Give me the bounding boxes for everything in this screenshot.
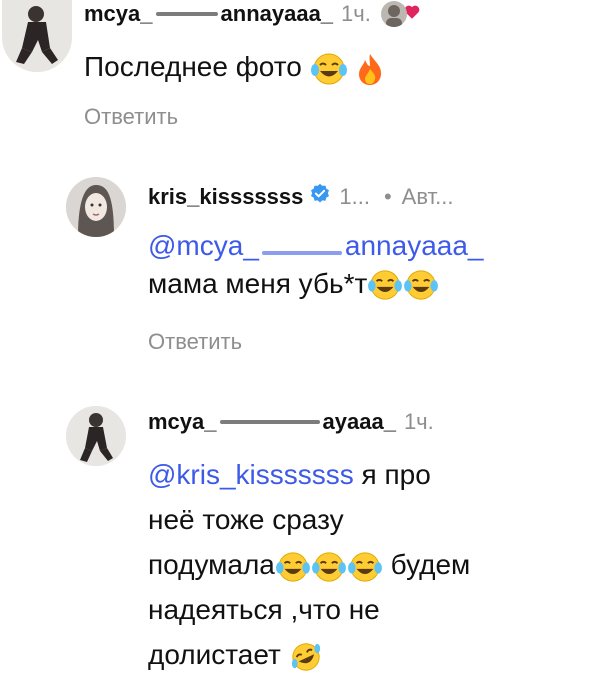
timestamp: 1ч.	[403, 409, 434, 434]
comment-text-body: долистает	[148, 639, 289, 670]
comment-text-body: подумала	[148, 549, 275, 580]
timestamp: 1...	[339, 184, 370, 209]
timestamp: 1ч.	[341, 1, 371, 26]
joy-emoji	[311, 551, 347, 583]
comment-3: mcya_ ayaaa_ 1ч. @kris_kisssssss я про н…	[0, 400, 598, 686]
comment-text-body: я про	[353, 459, 431, 490]
comment-2: kris_kisssssss 1... • Авт... @mcya_ annay…	[0, 175, 598, 365]
reply-button[interactable]: Ответить	[84, 104, 178, 130]
rofl-emoji	[289, 641, 323, 673]
comment-text-body: мама меня убь*т	[148, 267, 368, 299]
username[interactable]: mcya_	[84, 1, 153, 27]
comment-text: @mcya_ annayaaa_ мама меня убь*т	[148, 227, 483, 303]
comment-header: mcya_ annayaaa_ 1ч.	[84, 0, 421, 28]
comment-text-line: подумала будем	[148, 542, 470, 587]
joy-emoji	[310, 52, 348, 86]
mention-link[interactable]: @kris_kisssssss	[148, 459, 354, 490]
comment-1: mcya_ annayaaa_ 1ч. Последнее фото Ответ…	[0, 0, 598, 150]
username[interactable]: kris_kisssssss	[148, 184, 303, 210]
comment-header: mcya_ ayaaa_ 1ч.	[148, 408, 434, 436]
comment-text: Последнее фото	[84, 48, 385, 86]
comment-text-line: мама меня убь*т	[148, 265, 483, 303]
joy-emoji	[403, 269, 439, 301]
mention-link[interactable]: @mcya_	[148, 230, 259, 261]
fire-emoji	[355, 52, 385, 86]
reply-button[interactable]: Ответить	[148, 329, 242, 355]
mention-line: @mcya_ annayaaa_	[148, 227, 483, 265]
liker-avatar-icon	[380, 1, 407, 27]
comment-text-line: долистает	[148, 632, 470, 677]
avatar[interactable]	[66, 177, 126, 237]
comment-text: @kris_kisssssss я про неё тоже сразу под…	[148, 452, 470, 677]
verified-badge-icon	[309, 183, 331, 211]
username[interactable]: mcya_	[148, 409, 217, 435]
comment-text-line: неё тоже сразу	[148, 504, 344, 535]
joy-emoji	[347, 551, 383, 583]
joy-emoji	[367, 269, 403, 301]
comment-text-body: Последнее фото	[84, 51, 302, 82]
joy-emoji	[275, 551, 311, 583]
mention-link-suffix[interactable]: annayaaa_	[345, 230, 484, 261]
redaction-mark	[219, 420, 320, 424]
author-label: Авт...	[401, 184, 454, 209]
redaction-mark	[155, 12, 218, 16]
username-suffix[interactable]: annayaaa_	[221, 1, 334, 27]
separator-dot: •	[383, 184, 392, 209]
username-suffix[interactable]: ayaaa_	[323, 409, 396, 435]
redaction-mark	[261, 251, 342, 255]
comment-text-line: @kris_kisssssss я про	[148, 452, 470, 497]
comment-header: kris_kisssssss 1... • Авт...	[148, 182, 454, 212]
avatar[interactable]	[66, 406, 126, 466]
comment-text-body: будем	[382, 549, 471, 580]
comment-text-line: надеяться ,что не	[148, 594, 380, 625]
avatar[interactable]	[2, 0, 72, 72]
